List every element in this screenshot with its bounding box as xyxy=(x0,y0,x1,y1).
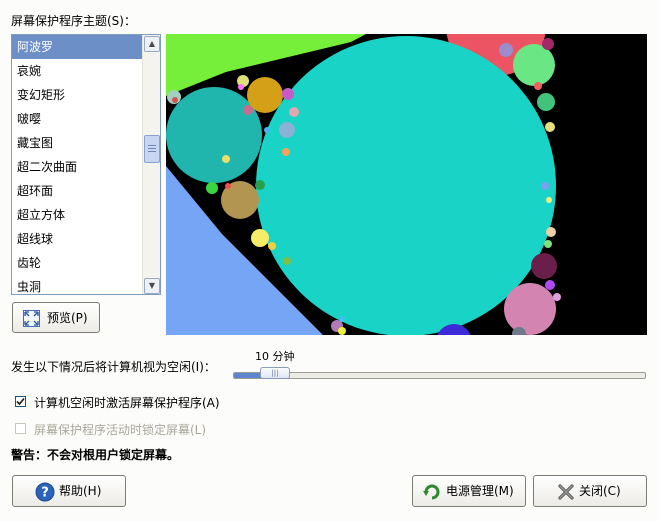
preview-button[interactable]: 预览(P) xyxy=(12,302,100,333)
theme-list-item[interactable]: 变幻矩形 xyxy=(12,83,144,107)
scroll-up-icon[interactable]: ▲ xyxy=(144,36,160,52)
theme-list-scrollbar[interactable]: ▲ ▼ xyxy=(142,35,160,294)
theme-list[interactable]: 阿波罗 哀婉 变幻矩形 啵嘤 藏宝图 超二次曲面 超环面 超立方体 超线球 齿轮 虫洞 ▲ ▼ xyxy=(11,34,161,295)
theme-list-item[interactable]: 虫洞 xyxy=(12,275,144,294)
idle-label: 发生以下情况后将计算机视为空闲(I)： xyxy=(11,358,216,375)
activate-checkbox-label: 计算机空闲时激活屏幕保护程序(A) xyxy=(34,396,220,410)
idle-value: 10 分钟 xyxy=(255,348,295,364)
close-x-icon xyxy=(558,484,574,500)
power-refresh-icon xyxy=(423,484,440,500)
theme-label-text: 屏幕保护程序主题(S)： xyxy=(11,14,136,28)
preview-button-label: 预览(P) xyxy=(47,311,88,325)
help-button[interactable]: ? 帮助(H) xyxy=(12,475,126,507)
theme-list-item[interactable]: 超立方体 xyxy=(12,203,144,227)
help-button-label: 帮助(H) xyxy=(59,484,102,498)
theme-list-item[interactable]: 阿波罗 xyxy=(12,35,144,59)
theme-label: 屏幕保护程序主题(S)： xyxy=(11,12,136,29)
idle-label-text: 发生以下情况后将计算机视为空闲(I)： xyxy=(11,360,216,374)
close-button-label: 关闭(C) xyxy=(579,484,621,498)
theme-list-item[interactable]: 超线球 xyxy=(12,227,144,251)
idle-value-text: 10 分钟 xyxy=(255,350,295,363)
idle-slider-handle[interactable]: ||| xyxy=(260,367,290,379)
theme-list-item[interactable]: 超二次曲面 xyxy=(12,155,144,179)
theme-list-items: 阿波罗 哀婉 变幻矩形 啵嘤 藏宝图 超二次曲面 超环面 超立方体 超线球 齿轮 虫洞 xyxy=(12,35,144,294)
theme-list-item[interactable]: 哀婉 xyxy=(12,59,144,83)
warning-text-content: 警告：不会对根用户锁定屏幕。 xyxy=(11,448,180,462)
scrollbar-thumb[interactable] xyxy=(144,135,160,163)
theme-list-item[interactable]: 啵嘤 xyxy=(12,107,144,131)
theme-list-item[interactable]: 超环面 xyxy=(12,179,144,203)
theme-list-item[interactable]: 藏宝图 xyxy=(12,131,144,155)
fullscreen-icon xyxy=(23,310,40,327)
idle-slider-track[interactable] xyxy=(233,372,646,379)
warning-text: 警告：不会对根用户锁定屏幕。 xyxy=(11,446,179,463)
checkmark-icon xyxy=(16,397,25,406)
svg-text:?: ? xyxy=(41,486,49,501)
activate-checkbox[interactable] xyxy=(15,396,26,407)
lock-checkbox-label: 屏幕保护程序活动时锁定屏幕(L) xyxy=(34,423,207,437)
power-management-button[interactable]: 电源管理(M) xyxy=(412,475,526,507)
help-icon: ? xyxy=(35,482,55,502)
lock-checkbox[interactable] xyxy=(15,423,26,434)
scroll-down-icon[interactable]: ▼ xyxy=(144,278,160,294)
screensaver-preview xyxy=(166,34,647,335)
close-button[interactable]: 关闭(C) xyxy=(533,475,647,507)
power-management-button-label: 电源管理(M) xyxy=(446,484,514,498)
theme-list-item[interactable]: 齿轮 xyxy=(12,251,144,275)
